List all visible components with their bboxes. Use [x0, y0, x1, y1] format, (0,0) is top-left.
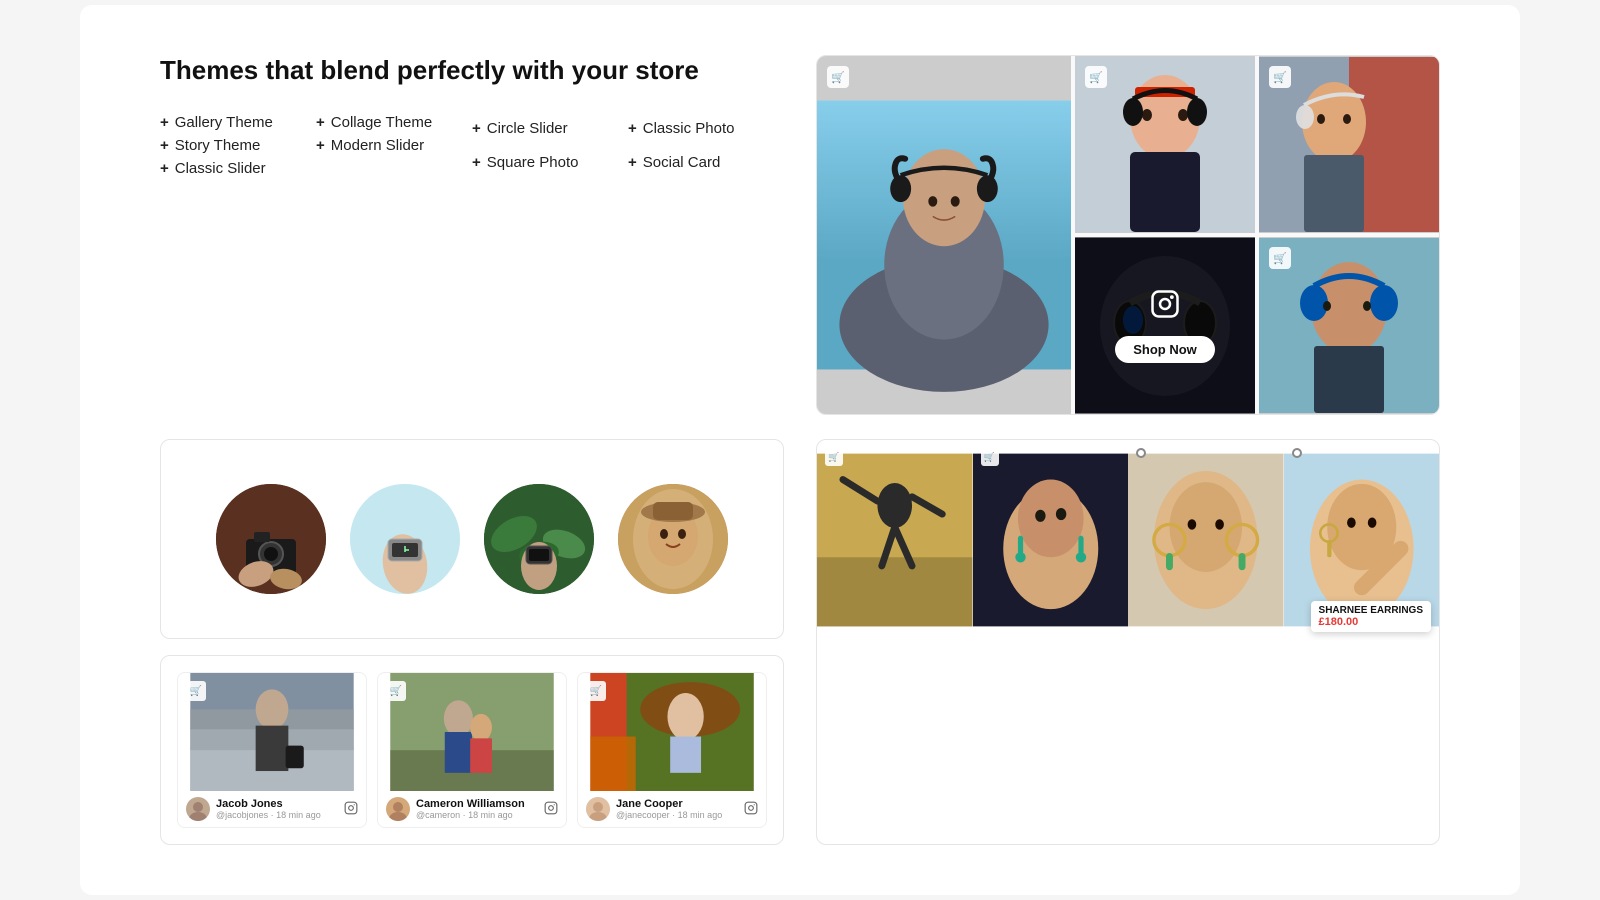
- instagram-icon-1: [344, 801, 358, 818]
- circle-item-1: [216, 484, 326, 594]
- bottom-section: 🛒: [160, 439, 1440, 845]
- product-tag: SHARNEE EARRINGS £180.00: [1311, 601, 1431, 632]
- avatar-2: [386, 797, 410, 821]
- social-card-1-footer: Jacob Jones @jacobjones · 18 min ago: [178, 791, 366, 827]
- product-tag-name: SHARNEE EARRINGS: [1319, 605, 1423, 616]
- dot-marker-1: [1136, 448, 1146, 458]
- theme-item-circle-slider: Circle Slider: [472, 114, 628, 143]
- circle-item-2: [350, 484, 460, 594]
- social-card-3: 🛒: [577, 672, 767, 828]
- theme-item-classic-photo: Classic Photo: [628, 114, 784, 143]
- social-cards-panel: 🛒: [160, 655, 784, 845]
- cart-badge-br1: 🛒: [825, 448, 843, 466]
- theme-item-gallery: Gallery Theme: [160, 114, 316, 131]
- gallery-cell-top-right-2: 🛒: [1259, 56, 1439, 233]
- page-wrapper: Themes that blend perfectly with your st…: [80, 5, 1520, 895]
- avatar-1: [186, 797, 210, 821]
- instagram-icon-2: [544, 801, 558, 818]
- top-section: Themes that blend perfectly with your st…: [160, 55, 1440, 415]
- theme-item-social-card: Social Card: [628, 149, 784, 178]
- product-cell-3: [1128, 440, 1284, 640]
- shop-now-button[interactable]: Shop Now: [1115, 336, 1215, 363]
- circle-slider-panel: [160, 439, 784, 639]
- cart-badge-br2: 🛒: [1269, 247, 1291, 269]
- instagram-icon-3: [744, 801, 758, 818]
- user-info-1: Jacob Jones @jacobjones · 18 min ago: [216, 798, 338, 820]
- gallery-preview: 🛒: [816, 55, 1440, 415]
- shop-now-overlay: Shop Now: [1075, 237, 1255, 414]
- user-handle-1: @jacobjones · 18 min ago: [216, 810, 338, 820]
- social-card-3-image: 🛒: [578, 673, 766, 791]
- product-cell-4: SHARNEE EARRINGS £180.00: [1284, 440, 1440, 640]
- theme-list-col2: Circle Slider Classic Photo Square Photo…: [472, 114, 784, 177]
- social-card-3-footer: Jane Cooper @janecooper · 18 min ago: [578, 791, 766, 827]
- theme-item-square-photo: Square Photo: [472, 149, 628, 178]
- gallery-cell-top-right-1: 🛒: [1075, 56, 1255, 233]
- user-handle-3: @janecooper · 18 min ago: [616, 810, 738, 820]
- avatar-3: [586, 797, 610, 821]
- cart-badge-main: 🛒: [827, 66, 849, 88]
- product-cell-1: 🛒: [817, 440, 973, 640]
- product-cell-2: 🛒: [973, 440, 1129, 640]
- user-name-2: Cameron Williamson: [416, 798, 538, 810]
- user-name-1: Jacob Jones: [216, 798, 338, 810]
- cart-badge-tr1: 🛒: [1085, 66, 1107, 88]
- gallery-cell-br2: 🛒: [1259, 237, 1439, 414]
- theme-features-panel: Themes that blend perfectly with your st…: [160, 55, 784, 415]
- gallery-main-cell: 🛒: [817, 56, 1071, 414]
- gallery-cell-br1: Shop Now: [1075, 237, 1255, 414]
- product-tag-price: £180.00: [1319, 616, 1423, 628]
- theme-list-col1: Gallery Theme Collage Theme Story Theme …: [160, 114, 472, 177]
- circle-item-4: [618, 484, 728, 594]
- user-handle-2: @cameron · 18 min ago: [416, 810, 538, 820]
- cart-badge-br2b: 🛒: [981, 448, 999, 466]
- dot-marker-2: [1292, 448, 1302, 458]
- main-title: Themes that blend perfectly with your st…: [160, 55, 784, 86]
- theme-item-classic-slider: Classic Slider: [160, 160, 316, 177]
- circle-item-3: [484, 484, 594, 594]
- cart-badge-tr2: 🛒: [1269, 66, 1291, 88]
- user-info-2: Cameron Williamson @cameron · 18 min ago: [416, 798, 538, 820]
- cart-badge-sc3: 🛒: [586, 681, 606, 701]
- product-gallery-panel: 🛒 🛒: [816, 439, 1440, 845]
- social-card-1-image: 🛒: [178, 673, 366, 791]
- social-card-2-footer: Cameron Williamson @cameron · 18 min ago: [378, 791, 566, 827]
- social-card-2: 🛒: [377, 672, 567, 828]
- social-card-2-image: 🛒: [378, 673, 566, 791]
- product-grid: 🛒 🛒: [817, 440, 1439, 640]
- user-name-3: Jane Cooper: [616, 798, 738, 810]
- user-info-3: Jane Cooper @janecooper · 18 min ago: [616, 798, 738, 820]
- cart-badge-sc2: 🛒: [386, 681, 406, 701]
- theme-item-story: Story Theme: [160, 137, 316, 154]
- theme-item-collage: Collage Theme: [316, 114, 472, 131]
- instagram-icon: [1150, 289, 1180, 326]
- cart-badge-sc1: 🛒: [186, 681, 206, 701]
- social-card-1: 🛒: [177, 672, 367, 828]
- theme-item-modern-slider: Modern Slider: [316, 137, 472, 154]
